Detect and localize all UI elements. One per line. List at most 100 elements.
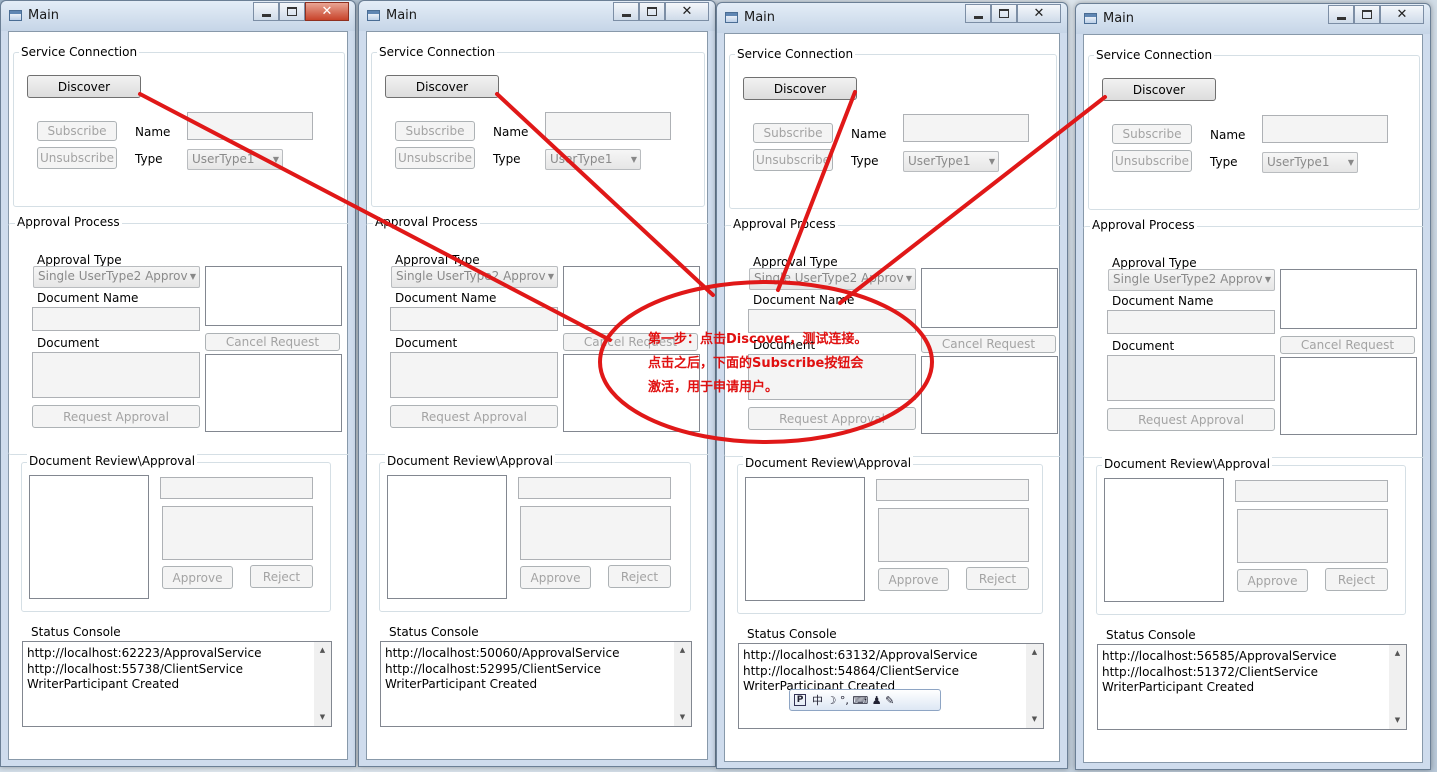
minimize-button[interactable] bbox=[253, 2, 279, 21]
approval-type-combobox[interactable]: Single UserType2 Approv ▼ bbox=[749, 268, 916, 290]
console-scrollbar[interactable]: ▲ ▼ bbox=[314, 642, 331, 726]
request-status-list-box[interactable] bbox=[205, 354, 342, 432]
maximize-button[interactable] bbox=[279, 2, 305, 21]
cancel-request-button[interactable]: Cancel Request bbox=[205, 333, 340, 351]
unsubscribe-button[interactable]: Unsubscribe bbox=[753, 149, 833, 171]
review-document-name-field[interactable] bbox=[160, 477, 313, 499]
minimize-button[interactable] bbox=[613, 2, 639, 21]
close-button[interactable]: ✕ bbox=[305, 2, 349, 21]
type-combobox[interactable]: UserType1 ▼ bbox=[187, 149, 283, 170]
status-console[interactable]: http://localhost:50060/ApprovalService h… bbox=[380, 641, 692, 727]
scroll-down-icon[interactable]: ▼ bbox=[1026, 711, 1043, 728]
console-scrollbar[interactable]: ▲ ▼ bbox=[674, 642, 691, 726]
type-combobox[interactable]: UserType1 ▼ bbox=[1262, 152, 1358, 173]
minimize-button[interactable] bbox=[1328, 5, 1354, 24]
request-approval-button[interactable]: Request Approval bbox=[32, 405, 200, 428]
name-field[interactable] bbox=[1262, 115, 1388, 143]
document-field[interactable] bbox=[32, 352, 200, 398]
approval-type-combobox[interactable]: Single UserType2 Approv ▼ bbox=[33, 266, 200, 288]
unsubscribe-button[interactable]: Unsubscribe bbox=[37, 147, 117, 169]
unsubscribe-button[interactable]: Unsubscribe bbox=[395, 147, 475, 169]
scroll-up-icon[interactable]: ▲ bbox=[1026, 644, 1043, 661]
approval-list-box[interactable] bbox=[1280, 269, 1417, 329]
title-bar[interactable]: Main ✕ bbox=[717, 3, 1067, 33]
review-document-content-field[interactable] bbox=[520, 506, 671, 560]
scroll-down-icon[interactable]: ▼ bbox=[314, 709, 331, 726]
document-name-field[interactable] bbox=[1107, 310, 1275, 334]
request-status-list-box[interactable] bbox=[921, 356, 1058, 434]
cancel-request-button[interactable]: Cancel Request bbox=[1280, 336, 1415, 354]
document-name-field[interactable] bbox=[390, 307, 558, 331]
minimize-button[interactable] bbox=[965, 4, 991, 23]
reject-button[interactable]: Reject bbox=[608, 565, 671, 588]
discover-button[interactable]: Discover bbox=[385, 75, 499, 98]
document-field[interactable] bbox=[1107, 355, 1275, 401]
main-window-1[interactable]: Main ✕ Service Connection Discover Subsc… bbox=[0, 0, 356, 767]
type-combobox[interactable]: UserType1 ▼ bbox=[903, 151, 999, 172]
approve-button[interactable]: Approve bbox=[520, 566, 591, 589]
status-console[interactable]: http://localhost:62223/ApprovalService h… bbox=[22, 641, 332, 727]
scroll-down-icon[interactable]: ▼ bbox=[1389, 712, 1406, 729]
approval-list-box[interactable] bbox=[205, 266, 342, 326]
review-document-content-field[interactable] bbox=[878, 508, 1029, 562]
title-bar[interactable]: Main ✕ bbox=[359, 1, 715, 31]
scroll-up-icon[interactable]: ▲ bbox=[674, 642, 691, 659]
approve-button[interactable]: Approve bbox=[1237, 569, 1308, 592]
maximize-button[interactable] bbox=[1354, 5, 1380, 24]
request-approval-button[interactable]: Request Approval bbox=[1107, 408, 1275, 431]
request-status-list-box[interactable] bbox=[1280, 357, 1417, 435]
review-document-name-field[interactable] bbox=[876, 479, 1029, 501]
close-button[interactable]: ✕ bbox=[1380, 5, 1424, 24]
subscribe-button[interactable]: Subscribe bbox=[753, 123, 833, 143]
document-field[interactable] bbox=[390, 352, 558, 398]
subscribe-button[interactable]: Subscribe bbox=[1112, 124, 1192, 144]
request-approval-button[interactable]: Request Approval bbox=[748, 407, 916, 430]
request-approval-button[interactable]: Request Approval bbox=[390, 405, 558, 428]
close-button[interactable]: ✕ bbox=[665, 2, 709, 21]
console-scrollbar[interactable]: ▲ ▼ bbox=[1026, 644, 1043, 728]
review-document-content-field[interactable] bbox=[1237, 509, 1388, 563]
ime-language-bar[interactable]: P 中 ☽ °, ⌨ ♟ ✎ bbox=[789, 689, 941, 711]
status-console[interactable]: http://localhost:56585/ApprovalService h… bbox=[1097, 644, 1407, 730]
maximize-button[interactable] bbox=[639, 2, 665, 21]
review-documents-list-box[interactable] bbox=[387, 475, 507, 599]
review-document-name-field[interactable] bbox=[1235, 480, 1388, 502]
name-field[interactable] bbox=[545, 112, 671, 140]
ime-toolbar-icons[interactable]: 中 ☽ °, ⌨ ♟ ✎ bbox=[812, 692, 894, 708]
approval-type-combobox[interactable]: Single UserType2 Approv ▼ bbox=[1108, 269, 1275, 291]
subscribe-button[interactable]: Subscribe bbox=[37, 121, 117, 141]
scroll-down-icon[interactable]: ▼ bbox=[674, 709, 691, 726]
maximize-button[interactable] bbox=[991, 4, 1017, 23]
cancel-request-button[interactable]: Cancel Request bbox=[921, 335, 1056, 353]
reject-button[interactable]: Reject bbox=[966, 567, 1029, 590]
subscribe-button[interactable]: Subscribe bbox=[395, 121, 475, 141]
reject-button[interactable]: Reject bbox=[250, 565, 313, 588]
unsubscribe-button[interactable]: Unsubscribe bbox=[1112, 150, 1192, 172]
discover-button[interactable]: Discover bbox=[1102, 78, 1216, 101]
document-name-field[interactable] bbox=[32, 307, 200, 331]
scroll-up-icon[interactable]: ▲ bbox=[1389, 645, 1406, 662]
approve-button[interactable]: Approve bbox=[878, 568, 949, 591]
ime-p-icon[interactable]: P bbox=[794, 694, 806, 706]
status-console[interactable]: http://localhost:63132/ApprovalService h… bbox=[738, 643, 1044, 729]
review-documents-list-box[interactable] bbox=[745, 477, 865, 601]
console-scrollbar[interactable]: ▲ ▼ bbox=[1389, 645, 1406, 729]
type-combobox[interactable]: UserType1 ▼ bbox=[545, 149, 641, 170]
discover-button[interactable]: Discover bbox=[743, 77, 857, 100]
main-window-4[interactable]: Main ✕ Service Connection Discover Subsc… bbox=[1075, 3, 1431, 770]
review-documents-list-box[interactable] bbox=[29, 475, 149, 599]
title-bar[interactable]: Main ✕ bbox=[1, 1, 355, 31]
approval-list-box[interactable] bbox=[921, 268, 1058, 328]
reject-button[interactable]: Reject bbox=[1325, 568, 1388, 591]
approval-type-combobox[interactable]: Single UserType2 Approv ▼ bbox=[391, 266, 558, 288]
review-document-name-field[interactable] bbox=[518, 477, 671, 499]
scroll-up-icon[interactable]: ▲ bbox=[314, 642, 331, 659]
name-field[interactable] bbox=[903, 114, 1029, 142]
title-bar[interactable]: Main ✕ bbox=[1076, 4, 1430, 34]
review-document-content-field[interactable] bbox=[162, 506, 313, 560]
discover-button[interactable]: Discover bbox=[27, 75, 141, 98]
review-documents-list-box[interactable] bbox=[1104, 478, 1224, 602]
approve-button[interactable]: Approve bbox=[162, 566, 233, 589]
name-field[interactable] bbox=[187, 112, 313, 140]
approval-list-box[interactable] bbox=[563, 266, 700, 326]
